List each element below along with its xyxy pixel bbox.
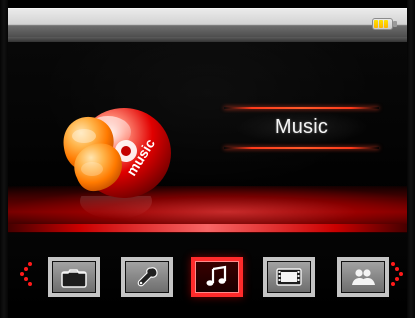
right-bezel	[407, 0, 415, 318]
music-note-icon	[203, 265, 231, 289]
chevron-left-icon[interactable]	[18, 260, 36, 288]
left-bezel	[0, 0, 8, 318]
selected-label: Music	[274, 116, 329, 138]
menu-item-video[interactable]	[263, 257, 315, 297]
bottom-fade	[8, 302, 407, 318]
chevron-right-icon[interactable]	[387, 260, 405, 288]
folder-icon	[60, 265, 88, 289]
film-icon	[275, 265, 303, 289]
mp3-player-screen: music Music	[0, 0, 415, 318]
menu-carousel	[8, 233, 407, 310]
menu-red-strip	[8, 224, 407, 232]
battery-icon	[372, 18, 397, 32]
status-bar	[8, 8, 407, 43]
people-icon	[349, 265, 377, 289]
selected-label-panel: Music	[224, 101, 379, 153]
menu-item-photos[interactable]	[337, 257, 389, 297]
menu-item-music[interactable]	[191, 257, 243, 297]
music-logo: music	[48, 93, 174, 218]
menu-item-settings[interactable]	[121, 257, 173, 297]
menu-item-folder[interactable]	[48, 257, 100, 297]
wrench-icon	[133, 265, 161, 289]
